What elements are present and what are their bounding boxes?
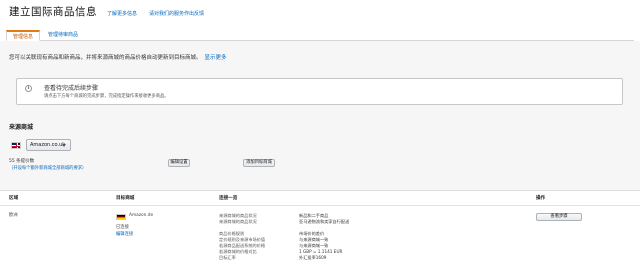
de-flag-icon — [116, 214, 126, 220]
page-header: 建立国际商品信息 了解更多信息 请对我们的服务作出反馈 — [9, 6, 631, 22]
summary-values: 新品和二手商品 亚马逊物流和卖家自行配送 市场价的差价 与来源商城一致 与来源商… — [299, 213, 349, 261]
col-header-region: 区域 — [9, 196, 19, 201]
learn-more-link[interactable]: 了解更多信息 — [107, 11, 137, 18]
intro-text-row: 您可以关联现有商品和新商品，并将来源商城的商品价格自动更新到目标商城。 显示更多 — [9, 55, 227, 62]
col-header-action: 操作 — [536, 196, 546, 201]
add-target-marketplace-button[interactable]: 添加目标商城 — [243, 159, 275, 167]
row-marketplace: Amazon.de — [129, 213, 154, 218]
col-header-summary: 连接一览 — [219, 196, 238, 201]
row-status: 已连接 — [116, 225, 129, 230]
col-header-target: 目标商城 — [116, 196, 135, 201]
summary-value: 外汇投率1609 — [299, 255, 327, 260]
tab-bar: 管理信息 管理待审商品 — [6, 28, 634, 41]
show-more-link[interactable]: 显示更多 — [205, 55, 227, 61]
view-steps-button[interactable]: 查看步骤 — [536, 213, 582, 221]
header-divider — [0, 205, 640, 206]
edit-settings-button[interactable]: 编辑设置 — [168, 159, 190, 167]
info-alert: i 查看待完成后续步骤 请点击下方每个商城的完成步骤，完成指定操作来接收更多商品… — [16, 78, 623, 105]
chevron-down-icon — [62, 144, 66, 147]
source-section-title: 来源商城 — [9, 124, 34, 131]
row-region: 欧洲 — [9, 213, 18, 218]
alert-body: 请点击下方每个商城的完成步骤，完成指定操作来接收更多商品。 — [44, 94, 169, 99]
info-icon: i — [25, 85, 32, 92]
summary-value: 亚马逊物流和卖家自行配送 — [299, 219, 350, 224]
alert-title: 查看待完成后续步骤 — [44, 85, 99, 92]
feedback-link[interactable]: 请对我们的服务作出反馈 — [149, 11, 204, 18]
tab-pending-items[interactable]: 管理待审商品 — [44, 30, 82, 41]
edit-connection-link[interactable]: 编辑连接 — [116, 232, 133, 238]
page-title: 建立国际商品信息 — [9, 6, 97, 18]
summary-label: 目标汇率 — [219, 255, 236, 260]
requirements-link[interactable]: （开设每个额外新商城全部商城的要求） — [9, 166, 86, 172]
source-marketplace-select[interactable]: Amazon.co.uk — [26, 139, 71, 151]
price-count: 55 条提价数 — [9, 159, 35, 164]
summary-labels: 来源商城的商品状况 来源商城的商品状况 商品价格规则 定价规则及来源市场价值 若… — [219, 213, 265, 261]
intro-text: 您可以关联现有商品和新商品，并将来源商城的商品价格自动更新到目标商城。 — [9, 55, 202, 61]
tab-manage-info[interactable]: 管理信息 — [6, 30, 40, 41]
source-marketplace-value: Amazon.co.uk — [30, 142, 66, 148]
uk-flag-icon — [11, 142, 21, 149]
